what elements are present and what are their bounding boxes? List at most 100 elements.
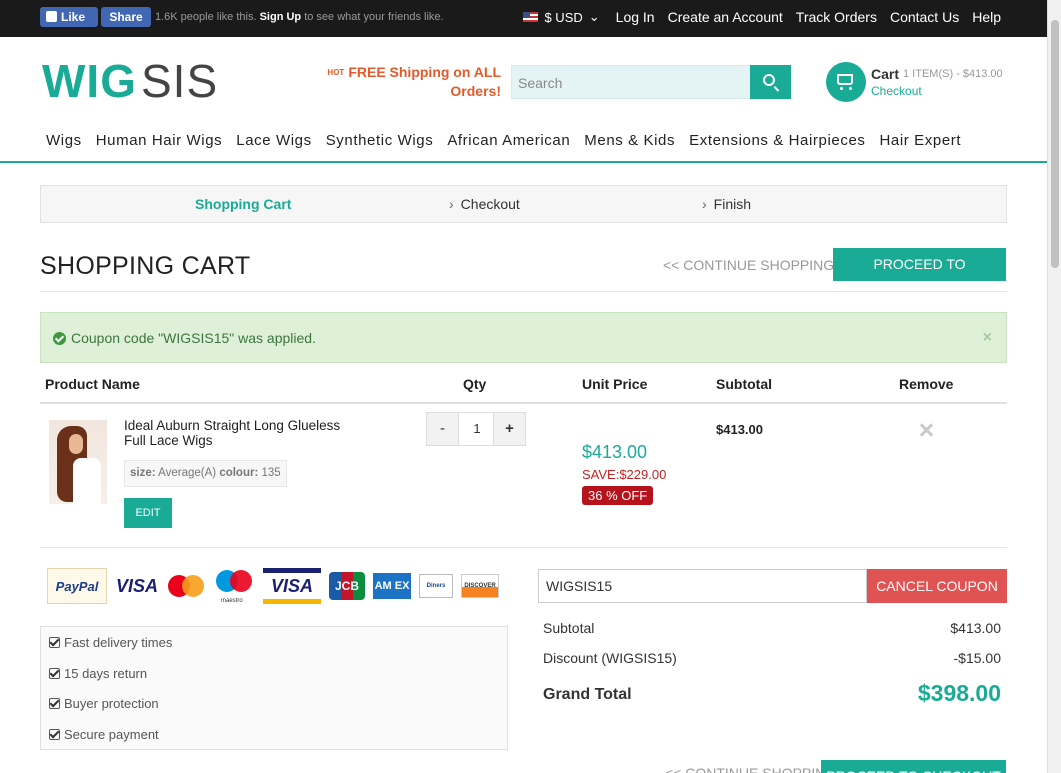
checkbox-icon (49, 668, 60, 679)
cancel-coupon-button[interactable]: CANCEL COUPON (867, 569, 1007, 603)
discount-badge: 36 % OFF (582, 486, 654, 505)
login-link[interactable]: Log In (616, 9, 655, 25)
quantity-stepper: - 1 + (426, 412, 526, 446)
nav-item-synthetic-wigs[interactable]: Synthetic Wigs (326, 132, 434, 149)
grand-total-label: Grand Total (543, 686, 632, 703)
colour-label: colour: (219, 467, 259, 479)
step-finish: › Finish (702, 196, 751, 212)
diners-club-icon: Diners (419, 574, 453, 598)
scrollbar[interactable] (1047, 0, 1061, 773)
cart-icon (837, 74, 853, 90)
help-link[interactable]: Help (972, 9, 1001, 25)
discount-value: -$15.00 (953, 650, 1001, 666)
contact-us-link[interactable]: Contact Us (890, 9, 959, 25)
step-finish-label: Finish (713, 196, 752, 212)
chevron-down-icon: ⌄ (588, 9, 600, 24)
create-account-link[interactable]: Create an Account (668, 9, 783, 25)
qty-increase-button[interactable]: + (493, 413, 525, 445)
alert-message: Coupon code "WIGSIS15" was applied. (71, 330, 316, 346)
currency-label: $ USD (544, 9, 583, 25)
payment-logos: PayPal VISA maestro VISA JCB AM EX Diner… (47, 568, 499, 604)
size-value: Average(A) (158, 467, 217, 479)
nav-item-lace-wigs[interactable]: Lace Wigs (236, 132, 311, 149)
checkbox-icon (49, 729, 60, 740)
facebook-like-button[interactable]: Like (40, 7, 98, 27)
check-circle-icon (53, 332, 66, 345)
nav-item-hair-expert[interactable]: Hair Expert (880, 132, 962, 149)
checkbox-icon (49, 637, 60, 648)
divider (40, 547, 1007, 548)
top-bar: Like Share 1.6K people like this. Sign U… (0, 0, 1061, 37)
search-input[interactable]: Search (511, 65, 751, 99)
subtotal-label: Subtotal (543, 620, 595, 636)
cart-checkout-link[interactable]: Checkout (871, 84, 922, 98)
close-icon[interactable]: × (983, 329, 992, 347)
visa-electron-icon: VISA (263, 568, 321, 604)
step-shopping-cart: Shopping Cart (195, 196, 292, 212)
unit-price: $413.00 (582, 442, 648, 462)
checkout-steps: Shopping Cart › Checkout › Finish (40, 185, 1007, 223)
proceed-to-checkout-button-bottom[interactable]: PROCEED TO CHECKOUT (821, 760, 1006, 773)
fb-like-label: Like (61, 10, 86, 24)
nav-item-mens-kids[interactable]: Mens & Kids (584, 132, 675, 149)
edit-item-button[interactable]: EDIT (124, 498, 172, 528)
fb-suffix-text: to see what your friends like. (304, 11, 444, 23)
paypal-icon: PayPal (47, 568, 107, 604)
coupon-code-input[interactable]: WIGSIS15 (538, 569, 867, 603)
cart-item-summary: 1 ITEM(S) - $413.00 (903, 68, 1003, 80)
top-links: $ USD ⌄ Log In Create an Account Track Or… (523, 9, 1001, 25)
qty-input[interactable]: 1 (460, 413, 494, 445)
nav-item-human-hair-wigs[interactable]: Human Hair Wigs (96, 132, 223, 149)
feature-item: Fast delivery times (49, 635, 172, 650)
main-nav: Wigs Human Hair Wigs Lace Wigs Synthetic… (0, 127, 1047, 163)
page: Like Share 1.6K people like this. Sign U… (0, 0, 1061, 773)
cart-table-header: Product Name Qty Unit Price Subtotal Rem… (40, 376, 1007, 404)
feature-item: Secure payment (49, 727, 159, 742)
checkbox-icon (49, 698, 60, 709)
scrollbar-thumb[interactable] (1051, 20, 1059, 268)
facebook-share-button[interactable]: Share (101, 7, 151, 27)
coupon-success-alert: Coupon code "WIGSIS15" was applied. × (40, 312, 1007, 363)
feature-label: Fast delivery times (64, 635, 173, 650)
promo-text: FREE Shipping on ALL Orders! (348, 64, 501, 99)
continue-shopping-link[interactable]: << CONTINUE SHOPPING (663, 257, 834, 273)
amex-icon: AM EX (373, 573, 411, 599)
header-remove: Remove (899, 376, 954, 392)
size-label: size: (130, 467, 156, 479)
search-icon (763, 74, 775, 86)
feature-item: 15 days return (49, 666, 147, 681)
nav-item-wigs[interactable]: Wigs (46, 132, 82, 149)
chevron-right-icon: › (702, 196, 707, 212)
feature-label: Secure payment (64, 727, 159, 742)
search-button[interactable] (750, 65, 791, 99)
nav-item-african-american[interactable]: African American (447, 132, 570, 149)
nav-item-extensions-hairpieces[interactable]: Extensions & Hairpieces (689, 132, 865, 149)
fb-count-text: 1.6K people like this. (155, 11, 257, 23)
logo-sis: SIS (140, 55, 219, 107)
track-orders-link[interactable]: Track Orders (796, 9, 877, 25)
header-product-name: Product Name (45, 376, 140, 392)
product-name-link[interactable]: Ideal Auburn Straight Long Glueless Full… (124, 418, 364, 448)
hot-icon: HOT (327, 68, 345, 77)
maestro-icon: maestro (215, 568, 255, 604)
colour-value: 135 (261, 467, 281, 479)
page-title: SHOPPING CART (40, 252, 251, 280)
cart-label[interactable]: Cart (871, 66, 899, 82)
fb-signup-link[interactable]: Sign Up (260, 11, 302, 23)
feature-label: Buyer protection (64, 696, 159, 711)
mastercard-icon (167, 568, 207, 604)
subtotal-value: $413.00 (950, 620, 1001, 636)
us-flag-icon (523, 12, 539, 22)
discover-icon: DISCOVER (461, 574, 499, 598)
proceed-to-checkout-button[interactable]: PROCEED TO CHECKOUT (833, 248, 1006, 305)
logo-wig: WIG (42, 55, 137, 107)
currency-selector[interactable]: $ USD ⌄ (523, 9, 600, 25)
continue-shopping-link-bottom[interactable]: << CONTINUE SHOPPING (665, 765, 836, 773)
facebook-like-count: 1.6K people like this. Sign Up to see wh… (155, 11, 444, 23)
remove-icon[interactable] (918, 422, 934, 438)
cart-button[interactable] (826, 62, 866, 102)
site-logo[interactable]: WIGSIS (42, 56, 218, 106)
product-image[interactable] (49, 420, 107, 504)
qty-decrease-button[interactable]: - (427, 413, 459, 445)
maestro-label: maestro (221, 598, 243, 604)
